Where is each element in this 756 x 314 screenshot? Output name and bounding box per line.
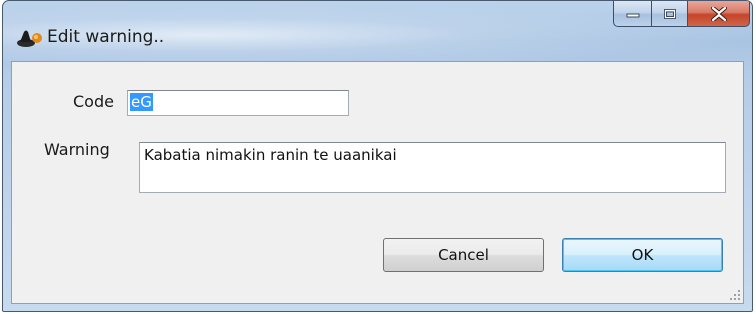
warning-label: Warning	[44, 140, 110, 159]
resize-grip-icon[interactable]	[729, 289, 741, 301]
close-button[interactable]	[688, 1, 750, 27]
minimize-icon	[626, 13, 639, 17]
app-icon	[17, 30, 42, 47]
maximize-icon	[663, 8, 676, 19]
dialog-content: Code eG Warning Kabatia nimakin ranin te…	[11, 61, 744, 304]
title-bar[interactable]: Edit warning..	[3, 1, 752, 61]
code-input[interactable]: eG	[127, 90, 349, 116]
warning-input[interactable]: Kabatia nimakin ranin te uaanikai	[139, 142, 726, 193]
ok-button[interactable]: OK	[562, 238, 723, 272]
code-input-selected-text: eG	[130, 93, 153, 111]
code-label: Code	[73, 92, 114, 111]
window-title: Edit warning..	[47, 27, 165, 47]
maximize-button[interactable]	[652, 1, 688, 27]
minimize-button[interactable]	[613, 1, 652, 27]
close-icon	[710, 6, 727, 21]
cancel-button[interactable]: Cancel	[383, 238, 544, 272]
window-controls	[613, 1, 750, 29]
edit-warning-dialog: Edit warning.. Code eG Warning Kabatia n…	[2, 0, 753, 312]
